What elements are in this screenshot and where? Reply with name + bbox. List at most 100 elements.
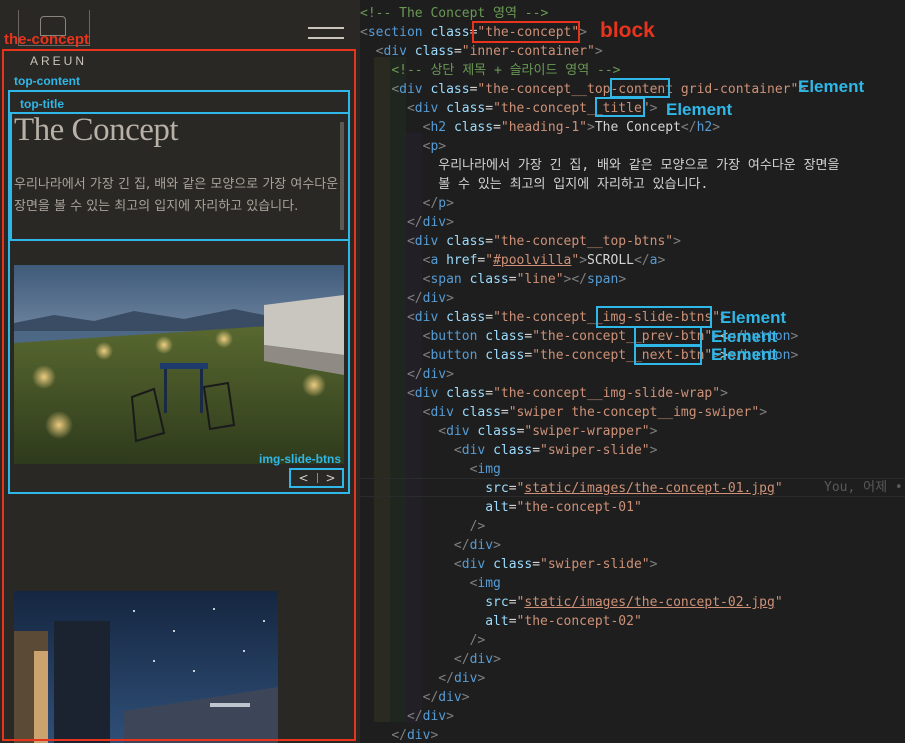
- code-token: "swiper-wrapper": [524, 424, 650, 439]
- code-token: 볼 수 있는 최고의 입지에 자리하고 있습니다.: [360, 177, 709, 192]
- hamburger-menu-icon[interactable]: [308, 27, 344, 39]
- code-token: "the-concept-02": [516, 614, 642, 629]
- code-token: class: [485, 348, 525, 363]
- code-token: >: [446, 367, 454, 382]
- code-token: </: [406, 367, 423, 382]
- code-token: >: [477, 671, 486, 686]
- code-token: #poolvilla: [493, 253, 572, 268]
- element-label: Element: [798, 77, 865, 96]
- code-token: div: [461, 443, 486, 458]
- code-token: >: [446, 215, 454, 230]
- code-token: div: [422, 709, 447, 724]
- code-editor[interactable]: <!-- The Concept 영역 --> <section class="t…: [360, 0, 905, 743]
- code-line: <div class="the-concept__top-btns">: [360, 232, 681, 251]
- code-token: >: [579, 25, 587, 40]
- code-line: </p>: [360, 194, 454, 213]
- code-token: h2: [430, 120, 447, 135]
- code-token: <: [360, 25, 368, 40]
- code-line: src="static/images/the-concept-01.jpg": [360, 479, 783, 498]
- concept-description: 우리나라에서 가장 긴 집, 배와 같은 모양으로 가장 여수다운 장면을 볼 …: [14, 177, 339, 214]
- code-token: class: [461, 405, 501, 420]
- code-line: <div class="inner-container">: [360, 42, 603, 61]
- code-token: ": [571, 253, 580, 268]
- code-token: =: [508, 481, 517, 496]
- code-token: />: [469, 519, 486, 534]
- code-line: <h2 class="heading-1">The Concept</h2>: [360, 118, 720, 137]
- code-token: href: [446, 253, 478, 268]
- top-title-label: top-title: [20, 97, 64, 111]
- concept-heading: The Concept: [14, 112, 179, 148]
- code-token: div: [414, 101, 439, 116]
- code-token: </: [422, 196, 439, 211]
- code-token: The Concept: [594, 120, 681, 135]
- code-token: "swiper-slide": [540, 443, 650, 458]
- brand-name: AREUN: [30, 54, 88, 68]
- code-token: </: [391, 728, 407, 743]
- code-token: div: [469, 538, 494, 553]
- code-token: =: [485, 234, 494, 249]
- code-token: <: [406, 310, 415, 325]
- code-token: "the-concept__img-slide-btns": [493, 310, 721, 325]
- code-token: </: [680, 120, 697, 135]
- code-token: ": [774, 481, 783, 496]
- code-line: 볼 수 있는 최고의 입지에 자리하고 있습니다.: [360, 175, 708, 194]
- code-token: "the-concept-01": [516, 500, 642, 515]
- code-token: </: [453, 652, 470, 667]
- code-line: <div class="the-concept__img-slide-btns"…: [360, 308, 728, 327]
- code-line: <div class="swiper-slide">: [360, 441, 658, 460]
- code-token: div: [469, 652, 494, 667]
- code-line: </div>: [360, 536, 501, 555]
- code-token: button: [430, 329, 478, 344]
- code-line: <img: [360, 574, 501, 593]
- code-token: div: [399, 82, 423, 97]
- code-token: >: [430, 728, 439, 743]
- code-token: <: [453, 557, 462, 572]
- code-token: class: [477, 424, 517, 439]
- next-button[interactable]: >: [321, 471, 341, 485]
- code-token: >: [712, 120, 721, 135]
- code-token: static/images/the-concept-01.jpg: [524, 481, 775, 496]
- code-line: <div class="swiper the-concept__img-swip…: [360, 403, 767, 422]
- code-token: src: [485, 481, 509, 496]
- code-token: div: [446, 424, 470, 439]
- concept-slide-image-2: [14, 591, 278, 743]
- code-line: <p>: [360, 137, 446, 156]
- prev-button[interactable]: <: [294, 471, 314, 485]
- code-line: <section class="the-concept">: [360, 23, 587, 42]
- code-token: h2: [696, 120, 713, 135]
- code-token: 우리나라에서 가장 긴 집, 배와 같은 모양으로 가장 여수다운 장면을: [360, 158, 840, 173]
- code-line: </div>: [360, 688, 470, 707]
- code-token: alt: [485, 500, 509, 515]
- git-blame-annotation: You, 어제 •: [824, 480, 903, 495]
- code-token: >: [493, 652, 501, 667]
- code-token: "heading-1": [500, 120, 587, 135]
- code-token: span: [430, 272, 462, 287]
- concept-slide-image: [14, 265, 344, 464]
- code-line: />: [360, 631, 486, 650]
- code-token: section: [367, 25, 423, 40]
- block-label: block: [600, 19, 655, 42]
- code-token: "the-concept__top-content grid-container…: [477, 82, 799, 97]
